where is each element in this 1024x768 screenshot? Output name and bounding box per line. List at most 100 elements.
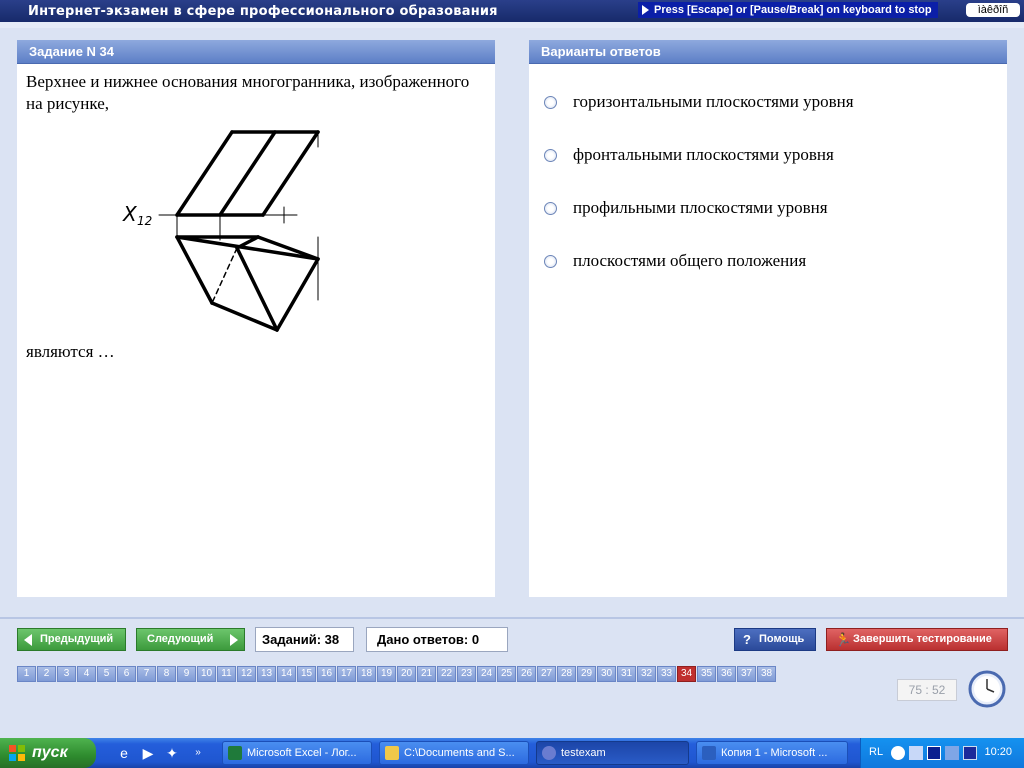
answer-label[interactable]: профильными плоскостями уровня xyxy=(573,198,828,218)
radio-button[interactable] xyxy=(544,254,557,268)
answer-label[interactable]: горизонтальными плоскостями уровня xyxy=(573,92,854,112)
task-number-4[interactable]: 4 xyxy=(77,666,96,682)
task-number-26[interactable]: 26 xyxy=(517,666,536,682)
windows-flag-icon xyxy=(9,745,25,761)
language-indicator: ìàêðîñ xyxy=(966,3,1020,17)
answers-given-count: Дано ответов: 0 xyxy=(366,627,508,652)
task-number-9[interactable]: 9 xyxy=(177,666,196,682)
task-number-36[interactable]: 36 xyxy=(717,666,736,682)
word-icon xyxy=(702,746,716,760)
app-icon xyxy=(542,746,556,760)
radio-button[interactable] xyxy=(544,95,557,109)
task-number-20[interactable]: 20 xyxy=(397,666,416,682)
task-number-15[interactable]: 15 xyxy=(297,666,316,682)
taskbar-item-word[interactable]: Копия 1 - Microsoft ... xyxy=(696,741,848,765)
timer: 75 : 52 xyxy=(897,679,957,701)
task-number-10[interactable]: 10 xyxy=(197,666,216,682)
next-button[interactable]: Следующий xyxy=(136,628,245,651)
task-number-32[interactable]: 32 xyxy=(637,666,656,682)
window-title: Интернет-экзамен в сфере профессионально… xyxy=(28,4,498,19)
taskbar-item-label: Копия 1 - Microsoft ... xyxy=(721,747,828,759)
task-number-12[interactable]: 12 xyxy=(237,666,256,682)
task-number-31[interactable]: 31 xyxy=(617,666,636,682)
title-bar: Интернет-экзамен в сфере профессионально… xyxy=(0,0,1024,22)
task-number-16[interactable]: 16 xyxy=(317,666,336,682)
task-number-13[interactable]: 13 xyxy=(257,666,276,682)
media-player-icon[interactable]: ▶ xyxy=(140,745,156,761)
taskbar-item-excel[interactable]: Microsoft Excel - Лог... xyxy=(222,741,372,765)
previous-label: Предыдущий xyxy=(40,633,114,645)
task-number-22[interactable]: 22 xyxy=(437,666,456,682)
system-tray: RL 10:20 xyxy=(860,738,1024,768)
tasks-count: Заданий: 38 xyxy=(255,627,354,652)
answer-option-4[interactable]: плоскостями общего положения xyxy=(544,249,806,273)
task-number-24[interactable]: 24 xyxy=(477,666,496,682)
task-number-37[interactable]: 37 xyxy=(737,666,756,682)
task-number-27[interactable]: 27 xyxy=(537,666,556,682)
folder-icon xyxy=(385,746,399,760)
answer-option-1[interactable]: горизонтальными плоскостями уровня xyxy=(544,90,854,114)
taskbar-item-folder[interactable]: C:\Documents and S... xyxy=(379,741,529,765)
divider xyxy=(0,22,1024,28)
task-number-25[interactable]: 25 xyxy=(497,666,516,682)
excel-icon xyxy=(228,746,242,760)
radio-button[interactable] xyxy=(544,148,557,162)
answer-option-2[interactable]: фронтальными плоскостями уровня xyxy=(544,143,834,167)
play-icon[interactable] xyxy=(909,746,923,760)
answers-panel: Варианты ответов горизонтальными плоскос… xyxy=(529,40,1007,597)
task-number-28[interactable]: 28 xyxy=(557,666,576,682)
answer-option-3[interactable]: профильными плоскостями уровня xyxy=(544,196,828,220)
task-number-6[interactable]: 6 xyxy=(117,666,136,682)
app-shortcut-icon[interactable]: ✦ xyxy=(164,745,180,761)
help-label: Помощь xyxy=(759,633,805,645)
media-icon[interactable] xyxy=(927,746,941,760)
task-number-8[interactable]: 8 xyxy=(157,666,176,682)
start-button[interactable]: пуск xyxy=(0,738,96,768)
task-number-19[interactable]: 19 xyxy=(377,666,396,682)
task-number-3[interactable]: 3 xyxy=(57,666,76,682)
svg-text:12: 12 xyxy=(137,214,152,228)
task-number-5[interactable]: 5 xyxy=(97,666,116,682)
escape-hint: Press [Escape] or [Pause/Break] on keybo… xyxy=(638,2,938,18)
task-number-18[interactable]: 18 xyxy=(357,666,376,682)
clock-time: 10:20 xyxy=(984,746,1012,758)
task-number-29[interactable]: 29 xyxy=(577,666,596,682)
task-number-17[interactable]: 17 xyxy=(337,666,356,682)
clock-icon xyxy=(968,670,1006,708)
polyhedron-figure: X 12 xyxy=(122,130,320,332)
task-number-30[interactable]: 30 xyxy=(597,666,616,682)
task-number-11[interactable]: 11 xyxy=(217,666,236,682)
radio-button[interactable] xyxy=(544,201,557,215)
task-number-34[interactable]: 34 xyxy=(677,666,696,682)
task-number-1[interactable]: 1 xyxy=(17,666,36,682)
arrow-right-icon xyxy=(230,634,238,646)
task-number-2[interactable]: 2 xyxy=(37,666,56,682)
previous-button[interactable]: Предыдущий xyxy=(17,628,126,651)
divider xyxy=(0,617,1024,619)
taskbar-item-testexam[interactable]: testexam xyxy=(536,741,689,765)
start-label: пуск xyxy=(32,744,68,761)
question-mark-icon: ? xyxy=(743,632,751,647)
taskbar-item-label: C:\Documents and S... xyxy=(404,747,515,759)
monitor-icon[interactable] xyxy=(963,746,977,760)
answer-label[interactable]: фронтальными плоскостями уровня xyxy=(573,145,834,165)
task-number-38[interactable]: 38 xyxy=(757,666,776,682)
task-number-7[interactable]: 7 xyxy=(137,666,156,682)
task-number-14[interactable]: 14 xyxy=(277,666,296,682)
task-number-35[interactable]: 35 xyxy=(697,666,716,682)
network-icon[interactable] xyxy=(945,746,959,760)
task-number-33[interactable]: 33 xyxy=(657,666,676,682)
language-indicator[interactable]: RL xyxy=(869,746,883,758)
taskbar-item-label: Microsoft Excel - Лог... xyxy=(247,747,357,759)
chevron-right-icon[interactable]: » xyxy=(190,745,206,761)
task-number-23[interactable]: 23 xyxy=(457,666,476,682)
task-number-21[interactable]: 21 xyxy=(417,666,436,682)
answer-label[interactable]: плоскостями общего положения xyxy=(573,251,806,271)
taskbar: пуск e ▶ ✦ » Microsoft Excel - Лог... C:… xyxy=(0,738,1024,768)
taskbar-item-label: testexam xyxy=(561,747,606,759)
help-button[interactable]: ? Помощь xyxy=(734,628,816,651)
svg-text:X: X xyxy=(122,202,138,226)
back-icon[interactable] xyxy=(891,746,905,760)
finish-test-button[interactable]: 🏃 Завершить тестирование xyxy=(826,628,1008,651)
ie-icon[interactable]: e xyxy=(116,745,132,761)
